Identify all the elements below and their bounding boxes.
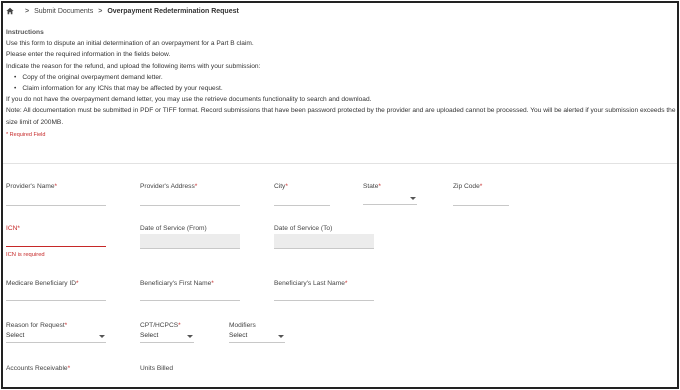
units-billed-field: Units Billed xyxy=(140,365,240,372)
city-label: City xyxy=(274,183,286,190)
select-placeholder: Select xyxy=(229,332,248,339)
dos-to-input[interactable] xyxy=(274,234,374,249)
cpt-select[interactable]: Select xyxy=(140,332,194,343)
state-label: State xyxy=(363,183,379,190)
breadcrumb: > Submit Documents > Overpayment Redeter… xyxy=(6,6,239,16)
medicare-id-input[interactable] xyxy=(6,300,106,301)
first-name-field: Beneficiary's First Name* xyxy=(140,280,240,301)
section-divider xyxy=(3,163,677,164)
chevron-down-icon xyxy=(410,197,416,200)
breadcrumb-current-page: Overpayment Redetermination Request xyxy=(107,7,239,15)
required-star: * xyxy=(54,183,58,190)
reason-field: Reason for Request* Select xyxy=(6,322,106,343)
accounts-receivable-field: Accounts Receivable* xyxy=(6,365,106,372)
accounts-receivable-label: Accounts Receivable xyxy=(6,365,68,372)
first-name-input[interactable] xyxy=(140,300,240,301)
dos-from-label: Date of Service (From) xyxy=(140,225,207,232)
select-placeholder: Select xyxy=(140,332,159,339)
instruction-note: Note: All documentation must be submitte… xyxy=(6,107,676,126)
providers-name-label: Provider's Name xyxy=(6,183,55,190)
last-name-field: Beneficiary's Last Name* xyxy=(274,280,374,301)
home-icon[interactable] xyxy=(6,7,14,15)
required-star: * xyxy=(76,280,79,287)
instruction-bullet: Copy of the original overpayment demand … xyxy=(14,72,676,83)
state-select[interactable] xyxy=(363,194,417,205)
required-star: * xyxy=(67,365,71,372)
breadcrumb-separator: > xyxy=(98,7,103,15)
modifiers-select[interactable]: Select xyxy=(229,332,285,343)
medicare-id-field: Medicare Beneficiary ID* xyxy=(6,280,106,301)
required-star: * xyxy=(211,280,214,287)
city-input[interactable] xyxy=(274,205,330,206)
providers-address-label: Provider's Address xyxy=(140,183,195,190)
instruction-bullet: Claim information for any ICNs that may … xyxy=(14,83,676,94)
reason-label: Reason for Request xyxy=(6,322,65,329)
required-star: * xyxy=(178,322,181,329)
breadcrumb-separator: > xyxy=(25,7,30,15)
breadcrumb-submit-documents[interactable]: Submit Documents xyxy=(34,8,93,15)
last-name-label: Beneficiary's Last Name xyxy=(274,280,345,287)
icn-field: ICN* ICN is required xyxy=(6,225,106,258)
select-placeholder: Select xyxy=(6,332,25,339)
icn-label: ICN xyxy=(6,225,18,232)
required-star: * xyxy=(194,183,198,190)
accounts-receivable-input[interactable] xyxy=(6,387,106,388)
first-name-label: Beneficiary's First Name xyxy=(140,280,212,287)
instruction-line: Please enter the required information in… xyxy=(6,51,171,59)
required-star: * xyxy=(479,183,483,190)
units-billed-label: Units Billed xyxy=(140,365,173,372)
required-star: * xyxy=(344,280,348,287)
chevron-down-icon xyxy=(187,335,193,338)
zip-code-label: Zip Code xyxy=(453,183,480,190)
icn-error-message: ICN is required xyxy=(6,252,45,258)
form-frame: > Submit Documents > Overpayment Redeter… xyxy=(1,1,679,389)
last-name-input[interactable] xyxy=(274,300,374,301)
dos-to-label: Date of Service (To) xyxy=(274,225,333,232)
instruction-bullets: Copy of the original overpayment demand … xyxy=(6,72,676,94)
modifiers-label: Modifiers xyxy=(229,322,256,329)
providers-address-field: Provider's Address* xyxy=(140,183,240,206)
providers-address-input[interactable] xyxy=(140,205,240,206)
dos-from-field: Date of Service (From) xyxy=(140,225,240,249)
state-field: State* xyxy=(363,183,417,205)
medicare-id-label: Medicare Beneficiary ID xyxy=(6,280,76,287)
modifiers-field: Modifiers Select xyxy=(229,322,285,343)
instruction-line: Use this form to dispute an initial dete… xyxy=(6,40,254,48)
providers-name-input[interactable] xyxy=(6,205,106,206)
cpt-label: CPT/HCPCS xyxy=(140,322,179,329)
required-star: * xyxy=(17,225,20,232)
dos-from-input[interactable] xyxy=(140,234,240,249)
required-star: * xyxy=(64,322,68,329)
instructions-panel: Instructions Use this form to dispute an… xyxy=(6,27,676,141)
reason-select[interactable]: Select xyxy=(6,332,106,343)
zip-code-input[interactable] xyxy=(453,205,509,206)
chevron-down-icon xyxy=(278,335,284,338)
city-field: City* xyxy=(274,183,330,206)
cpt-field: CPT/HCPCS* Select xyxy=(140,322,194,343)
required-star: * xyxy=(285,183,288,190)
chevron-down-icon xyxy=(99,335,105,338)
zip-code-field: Zip Code* xyxy=(453,183,509,206)
units-billed-input[interactable] xyxy=(140,387,196,388)
providers-name-field: Provider's Name* xyxy=(6,183,106,206)
required-star: * xyxy=(378,183,381,190)
instructions-heading: Instructions xyxy=(6,29,44,36)
required-field-note: * Required Field xyxy=(6,131,46,138)
dos-to-field: Date of Service (To) xyxy=(274,225,374,249)
icn-input[interactable] xyxy=(6,246,106,247)
instruction-line: Indicate the reason for the refund, and … xyxy=(6,62,261,70)
instruction-line: If you do not have the overpayment deman… xyxy=(6,96,372,104)
